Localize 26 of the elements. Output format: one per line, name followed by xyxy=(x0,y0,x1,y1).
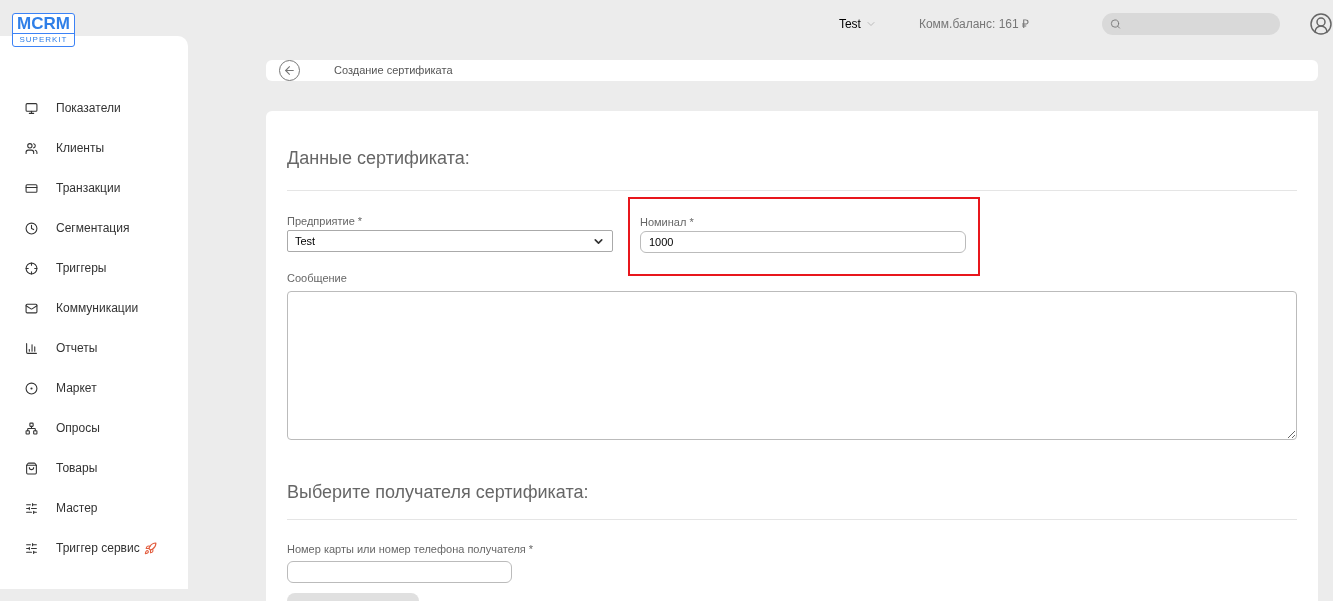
sidebar-item[interactable]: Мастер xyxy=(0,488,188,528)
logo-subtitle: SUPERKIT xyxy=(13,33,74,46)
page-title: Создание сертификата xyxy=(334,63,453,79)
field-label: Номер карты или номер телефона получателя * xyxy=(287,541,535,557)
field-label: Предприятие * xyxy=(287,214,364,227)
sidebar-item[interactable]: Триггер сервис xyxy=(0,528,188,568)
balance-text: Комм.баланс: 161 ₽ xyxy=(918,16,1029,33)
sidebar-item[interactable]: Отчеты xyxy=(0,328,188,368)
enterprise-select[interactable]: Test xyxy=(287,230,613,252)
logo-title: MCRM xyxy=(17,14,70,33)
sidebar-item[interactable]: Триггеры xyxy=(0,248,188,288)
sidebar-item[interactable]: Показатели xyxy=(0,88,188,128)
sidebar-item[interactable]: Опросы xyxy=(0,408,188,448)
logo[interactable]: MCRM SUPERKIT xyxy=(12,13,75,47)
section-heading: Выберите получателя сертификата: xyxy=(287,478,1297,520)
sidebar-item[interactable]: Сегментация xyxy=(0,208,188,248)
sidebar-item[interactable]: Маркет xyxy=(0,368,188,408)
company-dropdown[interactable]: Test xyxy=(838,15,877,33)
sidebar-item[interactable]: Товары xyxy=(0,448,188,488)
sidebar-item[interactable]: Коммуникации xyxy=(0,288,188,328)
sidebar-item[interactable]: Клиенты xyxy=(0,128,188,168)
nominal-field[interactable]: 1000 xyxy=(640,231,966,253)
field-label: Сообщение xyxy=(287,271,348,286)
field-label: Номинал * xyxy=(640,215,695,228)
section-heading: Данные сертификата: xyxy=(287,145,1297,191)
sidebar-item[interactable]: Транзакции xyxy=(0,168,188,208)
